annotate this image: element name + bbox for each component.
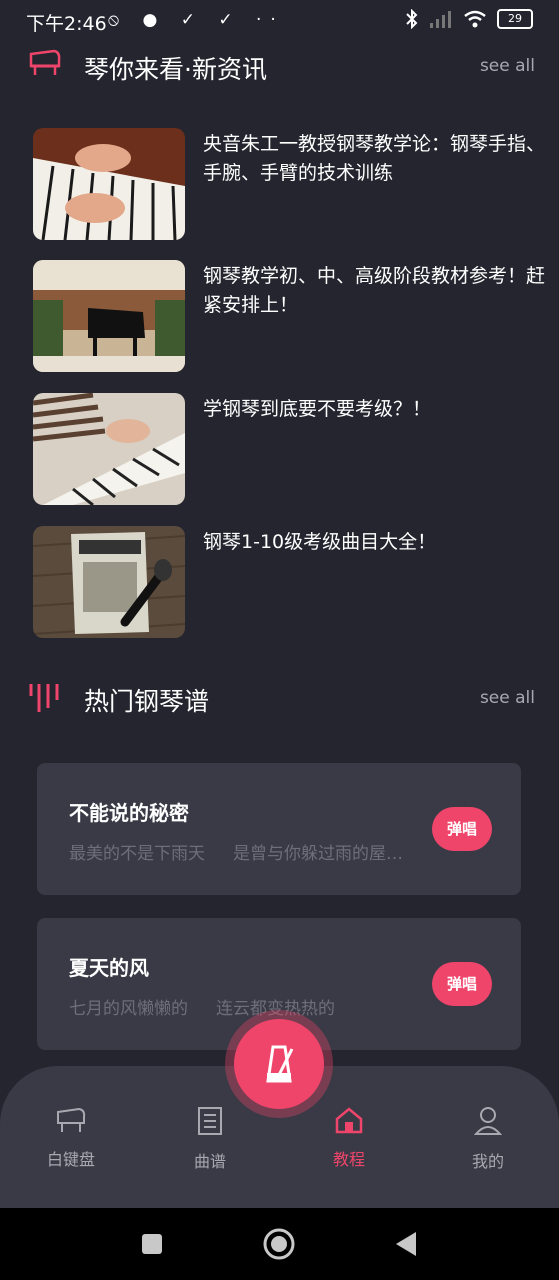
- home-icon: [335, 1107, 363, 1134]
- news-item[interactable]: 钢琴教学初、中、高级阶段教材参考！赶紧安排上！: [0, 260, 559, 372]
- bluetooth-icon: [406, 9, 418, 29]
- system-nav-bar: [0, 1208, 559, 1280]
- song-lyric: 最美的不是下雨天 是曾与你躲过雨的屋…: [69, 844, 403, 864]
- section-title: 热门钢琴谱: [84, 687, 210, 716]
- news-section-header: 琴你来看·新资讯 see all: [0, 42, 559, 92]
- tab-scores[interactable]: 曲谱: [165, 1106, 255, 1172]
- song-title: 不能说的秘密: [69, 801, 189, 825]
- signal-icon: [430, 11, 451, 28]
- news-item[interactable]: 钢琴1-10级考级曲目大全！: [0, 526, 559, 638]
- news-title: 钢琴教学初、中、高级阶段教材参考！赶紧安排上！: [203, 265, 546, 316]
- news-item[interactable]: 学钢琴到底要不要考级？！: [0, 393, 559, 505]
- news-thumbnail: [33, 128, 185, 240]
- song-lyric: 七月的风懒懒的 连云都变热热的: [69, 999, 335, 1019]
- sheet-music-icon: [198, 1107, 222, 1135]
- sheet-bars-icon: [29, 684, 59, 712]
- song-card[interactable]: 不能说的秘密 最美的不是下雨天 是曾与你躲过雨的屋… 弹唱: [37, 763, 521, 895]
- news-title: 学钢琴到底要不要考级？！: [203, 398, 432, 420]
- metronome-button[interactable]: [234, 1019, 324, 1109]
- status-bar: 下午2:46 ⦸ ● ✓ ✓ ·· 29: [0, 0, 559, 42]
- news-thumbnail: [33, 526, 185, 638]
- profile-icon: [473, 1107, 503, 1135]
- recents-icon[interactable]: [140, 1232, 164, 1256]
- scores-section-header: 热门钢琴谱 see all: [0, 674, 559, 724]
- battery-icon: 29: [497, 9, 533, 29]
- piano-icon: [57, 1107, 86, 1132]
- news-item[interactable]: 央音朱工一教授钢琴教学论：钢琴手指、手腕、手臂的技术训练: [0, 128, 559, 240]
- wifi-icon: [464, 10, 486, 28]
- metronome-icon: [266, 1045, 294, 1083]
- see-all-link[interactable]: see all: [480, 688, 535, 708]
- tab-label: 我的: [471, 1152, 504, 1171]
- news-thumbnail: [33, 393, 185, 505]
- see-all-link[interactable]: see all: [480, 56, 535, 76]
- tab-label: 曲谱: [193, 1152, 226, 1171]
- notification-icons: ⦸ ● ✓ ✓ ··: [108, 10, 285, 30]
- tab-label: 教程: [332, 1150, 365, 1169]
- news-title: 央音朱工一教授钢琴教学论：钢琴手指、手腕、手臂的技术训练: [203, 133, 546, 184]
- home-nav-icon[interactable]: [262, 1227, 296, 1261]
- news-title: 钢琴1-10级考级曲目大全！: [203, 531, 437, 553]
- tab-keyboard[interactable]: 白键盘: [26, 1106, 116, 1170]
- back-icon[interactable]: [394, 1230, 418, 1258]
- grand-piano-icon: [29, 49, 61, 75]
- tab-label: 白键盘: [46, 1150, 95, 1169]
- news-thumbnail: [33, 260, 185, 372]
- play-sing-button[interactable]: 弹唱: [432, 962, 492, 1006]
- tab-profile[interactable]: 我的: [443, 1106, 533, 1172]
- tab-tutorial[interactable]: 教程: [304, 1106, 394, 1170]
- play-sing-button[interactable]: 弹唱: [432, 807, 492, 851]
- status-time: 下午2:46: [26, 13, 107, 35]
- song-title: 夏天的风: [69, 956, 149, 980]
- section-title: 琴你来看·新资讯: [84, 55, 267, 84]
